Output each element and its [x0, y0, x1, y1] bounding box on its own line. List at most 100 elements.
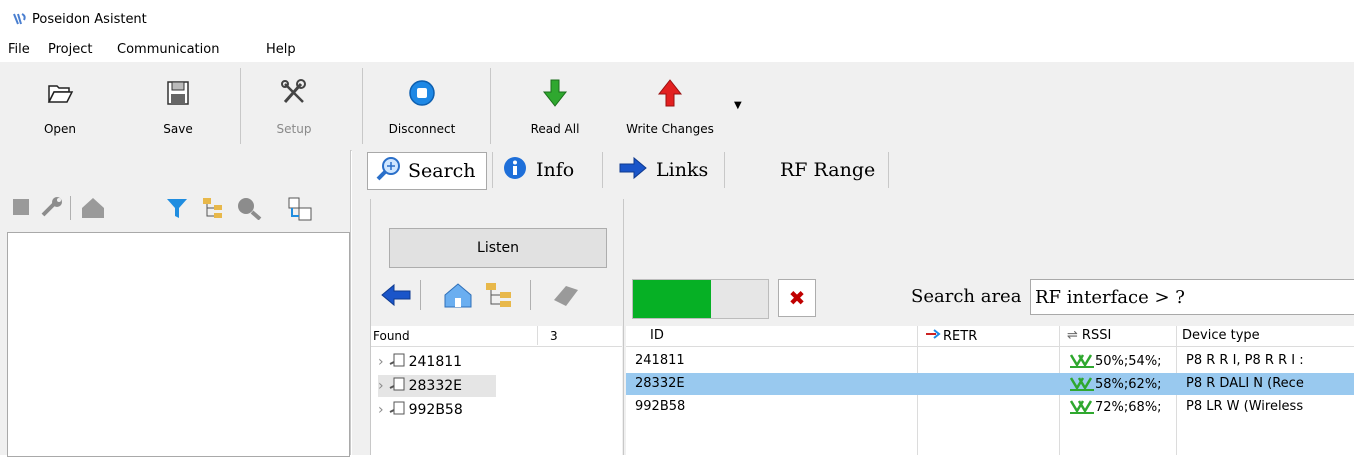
- found-item-id: 241811: [408, 354, 463, 370]
- setup-label: Setup: [276, 122, 312, 136]
- arrow-right-icon: [618, 156, 648, 185]
- search-icon: [376, 156, 402, 187]
- chevron-right-icon: ›: [378, 378, 384, 394]
- tab-separator: [492, 152, 493, 188]
- back-arrow-icon[interactable]: [380, 280, 411, 310]
- home-icon[interactable]: [442, 280, 472, 310]
- cell-id: 241811: [635, 353, 685, 368]
- chevron-right-icon: ›: [378, 354, 384, 370]
- device-icon[interactable]: [10, 196, 32, 218]
- found-label: Found: [373, 329, 410, 343]
- column-header-device-type[interactable]: Device type: [1182, 328, 1260, 343]
- column-header-rssi[interactable]: ⇌ RSSI: [1067, 328, 1111, 343]
- table-row[interactable]: 241811 50%;54%; P8 R R I, P8 R R I :: [626, 350, 1354, 372]
- open-button[interactable]: Open: [28, 70, 92, 144]
- tab-rf-range[interactable]: RF Range: [780, 152, 880, 188]
- tab-info[interactable]: Info: [502, 152, 594, 188]
- signal-icon: ⇌: [1067, 328, 1078, 343]
- cell-id: 992B58: [635, 399, 686, 414]
- read-all-button[interactable]: Read All: [516, 70, 594, 144]
- stop-icon: [407, 78, 437, 108]
- rssi-icon: [1069, 399, 1095, 415]
- found-item[interactable]: › 992B58: [378, 399, 618, 421]
- table-row[interactable]: 28332E 58%;62%; P8 R DALI N (Rece: [626, 373, 1354, 395]
- tab-separator: [888, 152, 889, 188]
- menu-help[interactable]: Help: [266, 42, 296, 57]
- search-progress-fill: [633, 280, 711, 318]
- tab-info-label: Info: [536, 159, 575, 181]
- tab-search-label: Search: [408, 160, 476, 182]
- rssi-icon: [1069, 376, 1095, 392]
- column-header-rssi-label: RSSI: [1081, 328, 1112, 343]
- zoom-icon[interactable]: [236, 196, 262, 221]
- folder-open-icon: [45, 78, 75, 108]
- column-header-id[interactable]: ID: [650, 328, 664, 343]
- menu-file[interactable]: File: [8, 42, 30, 57]
- search-area-label: Search area: [911, 286, 1022, 307]
- rssi-value: 50%;54%;: [1095, 353, 1162, 369]
- cell-device-type: P8 R DALI N (Rece: [1186, 376, 1304, 391]
- tab-search[interactable]: Search: [367, 152, 487, 190]
- icon-divider: [70, 196, 71, 220]
- tree-icon[interactable]: [484, 280, 514, 310]
- setup-button[interactable]: Setup: [262, 70, 326, 144]
- menu-communication[interactable]: Communication: [117, 42, 219, 57]
- wrench-icon[interactable]: [40, 196, 62, 218]
- cell-rssi: 50%;54%;: [1069, 353, 1162, 369]
- cell-rssi: 72%;68%;: [1069, 399, 1162, 415]
- header-divider: [537, 326, 538, 345]
- found-count: 3: [550, 329, 558, 343]
- cell-rssi: 58%;62%;: [1069, 376, 1162, 392]
- tab-rf-range-label: RF Range: [780, 159, 876, 181]
- filter-icon[interactable]: [165, 196, 187, 218]
- chevron-right-icon: ›: [378, 402, 384, 418]
- cell-id: 28332E: [635, 376, 685, 391]
- listen-button[interactable]: Listen: [389, 228, 607, 268]
- device-icon: [388, 376, 406, 396]
- cell-device-type: P8 LR W (Wireless: [1186, 399, 1304, 414]
- toolbar-separator: [240, 68, 241, 144]
- tree-icon[interactable]: [202, 196, 224, 218]
- toolbar-separator: [490, 68, 491, 144]
- export-icon[interactable]: [287, 196, 312, 221]
- cell-device-type: P8 R R I, P8 R R I :: [1186, 353, 1304, 368]
- project-tree[interactable]: [7, 232, 350, 457]
- tools-icon: [279, 78, 309, 108]
- icon-divider: [530, 280, 531, 310]
- rssi-icon: [1069, 353, 1095, 369]
- arrow-down-icon: [540, 78, 570, 108]
- info-icon: [502, 155, 528, 186]
- home-icon[interactable]: [80, 196, 104, 218]
- tab-separator: [724, 152, 725, 188]
- rssi-value: 58%;62%;: [1095, 376, 1162, 392]
- cancel-search-button[interactable]: ✖: [778, 279, 816, 317]
- column-header-retr[interactable]: RETR: [925, 328, 977, 344]
- device-icon: [388, 400, 406, 420]
- found-item-id: 28332E: [408, 378, 462, 394]
- app-logo-icon: [12, 12, 28, 30]
- search-area-field[interactable]: RF interface > ?: [1030, 279, 1354, 315]
- write-changes-button[interactable]: Write Changes: [614, 70, 726, 144]
- column-header-retr-label: RETR: [943, 328, 978, 344]
- found-header: Found 3: [371, 326, 622, 347]
- rssi-value: 72%;68%;: [1095, 399, 1162, 415]
- menu-project[interactable]: Project: [48, 42, 92, 57]
- save-button[interactable]: Save: [146, 70, 210, 144]
- found-item[interactable]: › 28332E: [378, 375, 496, 397]
- arrow-up-icon: [655, 78, 685, 108]
- found-item[interactable]: › 241811: [378, 351, 618, 373]
- title-bar: [0, 0, 1354, 40]
- app-title: Poseidon Asistent: [32, 12, 147, 27]
- open-label: Open: [43, 122, 77, 136]
- tag-icon[interactable]: [550, 280, 580, 310]
- write-changes-label: Write Changes: [626, 122, 714, 136]
- table-row[interactable]: 992B58 72%;68%; P8 LR W (Wireless: [626, 396, 1354, 418]
- retry-icon: [925, 328, 941, 344]
- disconnect-label: Disconnect: [388, 122, 456, 136]
- icon-divider: [420, 280, 421, 310]
- tab-links[interactable]: Links: [618, 152, 722, 188]
- toolbar-separator: [362, 68, 363, 144]
- disconnect-button[interactable]: Disconnect: [380, 70, 464, 144]
- read-all-label: Read All: [530, 122, 580, 136]
- write-changes-dropdown[interactable]: ▼: [734, 100, 742, 111]
